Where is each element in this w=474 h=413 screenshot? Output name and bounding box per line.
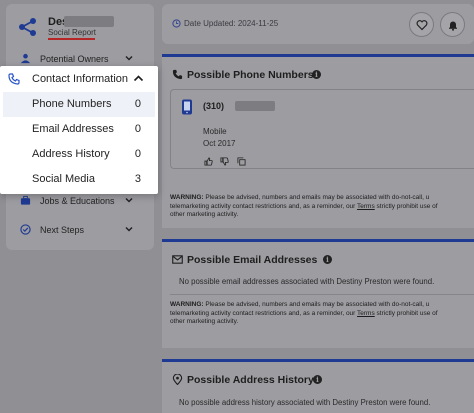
favorite-button[interactable] xyxy=(409,12,434,37)
chevron-down-icon xyxy=(125,226,133,232)
menu-item-count: 3 xyxy=(134,173,141,185)
phone-type: Mobile xyxy=(203,127,227,136)
email-addresses-card: Possible Email Addresses i No possible e… xyxy=(162,239,474,348)
contact-information-menu: Contact Information Phone Numbers 0 Emai… xyxy=(0,66,158,194)
warning-text: other marketing activity. xyxy=(170,211,239,218)
phone-date: Oct 2017 xyxy=(203,139,236,148)
phone-number-redaction xyxy=(235,101,275,111)
envelope-icon xyxy=(172,255,183,264)
warning-text: other marketing activity. xyxy=(170,318,239,325)
email-warning: WARNING: Please be advised, numbers and … xyxy=(170,301,474,327)
date-updated: Date Updated: 2024-11-25 xyxy=(184,19,279,28)
briefcase-icon xyxy=(20,195,31,205)
sidebar-item-label: Potential Owners xyxy=(40,54,109,64)
location-pin-icon xyxy=(172,374,183,385)
empty-message: No possible address history associated w… xyxy=(179,398,431,407)
menu-item-label: Social Media xyxy=(32,173,95,185)
menu-item-label: Email Addresses xyxy=(32,123,114,135)
warning-text: Please be advised, numbers and emails ma… xyxy=(203,301,430,308)
heart-icon xyxy=(416,20,428,31)
report-type-underline xyxy=(48,38,95,40)
divider xyxy=(170,294,474,295)
card-title: Possible Phone Numbers xyxy=(187,69,314,81)
notifications-button[interactable] xyxy=(440,12,465,37)
name-redaction xyxy=(64,16,114,27)
menu-item-address-history[interactable]: Address History 0 xyxy=(3,142,155,167)
owners-icon xyxy=(20,53,31,64)
menu-item-count: 0 xyxy=(134,98,141,110)
report-type: Social Report xyxy=(48,28,97,37)
card-title: Possible Email Addresses xyxy=(187,254,318,266)
phone-warning: WARNING: Please be advised, numbers and … xyxy=(170,194,474,220)
menu-item-social-media[interactable]: Social Media 3 xyxy=(3,167,155,192)
menu-item-label: Phone Numbers xyxy=(32,98,112,110)
warning-text: telemarketing activity contact restricti… xyxy=(170,309,358,317)
info-icon[interactable]: i xyxy=(313,375,322,384)
thumbs-up-icon[interactable] xyxy=(204,157,213,166)
terms-link[interactable]: Terms xyxy=(357,203,375,210)
check-circle-icon xyxy=(20,224,31,235)
menu-item-phone-numbers[interactable]: Phone Numbers 0 xyxy=(3,92,155,117)
warning-text: Please be advised, numbers and emails ma… xyxy=(203,194,430,201)
sidebar-item-label: Jobs & Educations xyxy=(40,196,115,206)
mobile-phone-icon xyxy=(182,99,192,115)
chevron-up-icon xyxy=(133,75,144,82)
phone-numbers-card: Possible Phone Numbers i (310) Mobile Oc… xyxy=(162,54,474,228)
warning-label: WARNING: xyxy=(170,194,204,201)
info-icon[interactable]: i xyxy=(323,255,332,264)
report-toolbar: Date Updated: 2024-11-25 xyxy=(162,4,474,44)
menu-item-count: 0 xyxy=(134,148,141,160)
warning-text: strictly prohibit use of xyxy=(374,309,438,317)
sidebar-item-next-steps[interactable]: Next Steps xyxy=(6,220,154,240)
thumbs-down-icon[interactable] xyxy=(220,157,229,166)
menu-item-count: 0 xyxy=(134,123,141,135)
terms-link[interactable]: Terms xyxy=(357,310,375,317)
card-title: Possible Address History xyxy=(187,374,314,386)
bell-icon xyxy=(449,21,457,31)
menu-item-label: Address History xyxy=(32,148,110,160)
clock-icon xyxy=(172,19,181,28)
copy-icon[interactable] xyxy=(237,157,246,166)
share-icon[interactable] xyxy=(18,17,38,37)
sidebar-item-jobs-educations[interactable]: Jobs & Educations xyxy=(6,191,154,211)
phone-number: (310) xyxy=(203,101,225,111)
menu-item-email-addresses[interactable]: Email Addresses 0 xyxy=(3,117,155,142)
report-header: Des Social Report xyxy=(6,4,154,44)
address-history-card: Possible Address History i No possible a… xyxy=(162,359,474,413)
warning-label: WARNING: xyxy=(170,301,204,308)
chevron-down-icon xyxy=(125,197,133,203)
phone-entry: (310) Mobile Oct 2017 xyxy=(170,89,474,169)
contact-information-toggle[interactable]: Contact Information xyxy=(0,66,158,92)
empty-message: No possible email addresses associated w… xyxy=(179,277,435,286)
phone-icon xyxy=(8,73,20,85)
info-icon[interactable]: i xyxy=(312,70,321,79)
chevron-down-icon xyxy=(125,55,133,61)
warning-text: strictly prohibit use of xyxy=(374,202,438,210)
phone-icon xyxy=(172,69,183,80)
warning-text: telemarketing activity contact restricti… xyxy=(170,202,358,210)
sidebar-item-label: Next Steps xyxy=(40,225,85,235)
menu-title: Contact Information xyxy=(32,73,128,85)
